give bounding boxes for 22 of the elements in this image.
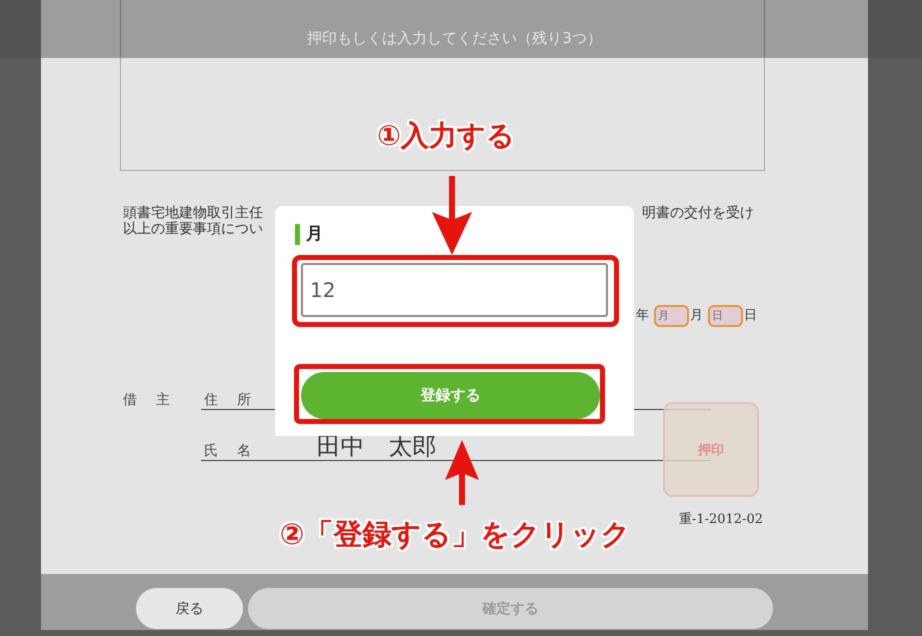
date-label: 月	[690, 308, 703, 324]
back-button[interactable]: 戻る	[136, 588, 243, 629]
document-code: 重-1-2012-02	[678, 512, 763, 528]
callout-text: ②「登録する」をクリック	[280, 517, 630, 551]
callout-text: ①入力する	[377, 119, 515, 152]
date-label: 日	[744, 308, 757, 324]
dialog-title: 月	[295, 224, 323, 245]
field-label: 住 所	[204, 391, 254, 409]
date-label: 年	[636, 308, 649, 324]
register-button[interactable]: 登録する	[301, 372, 600, 419]
date-input-field[interactable]: 月	[654, 305, 689, 327]
down-arrow-icon	[432, 176, 472, 255]
field-label: 氏 名	[204, 442, 254, 460]
paragraph-text: 以上の重要事項につい	[123, 221, 263, 237]
paragraph-text: 頭書宅地建物取引主任	[123, 205, 263, 221]
month-input[interactable]: 12	[301, 263, 608, 317]
stamp-button[interactable]: 押印	[663, 402, 759, 497]
up-arrow-icon	[445, 440, 479, 505]
date-input-field[interactable]: 日	[708, 305, 743, 327]
paragraph-text: 明書の交付を受け	[642, 205, 754, 221]
borrower-label: 借 主	[123, 391, 174, 409]
instruction-text: 押印もしくは入力してください（残り3つ）	[307, 29, 602, 47]
